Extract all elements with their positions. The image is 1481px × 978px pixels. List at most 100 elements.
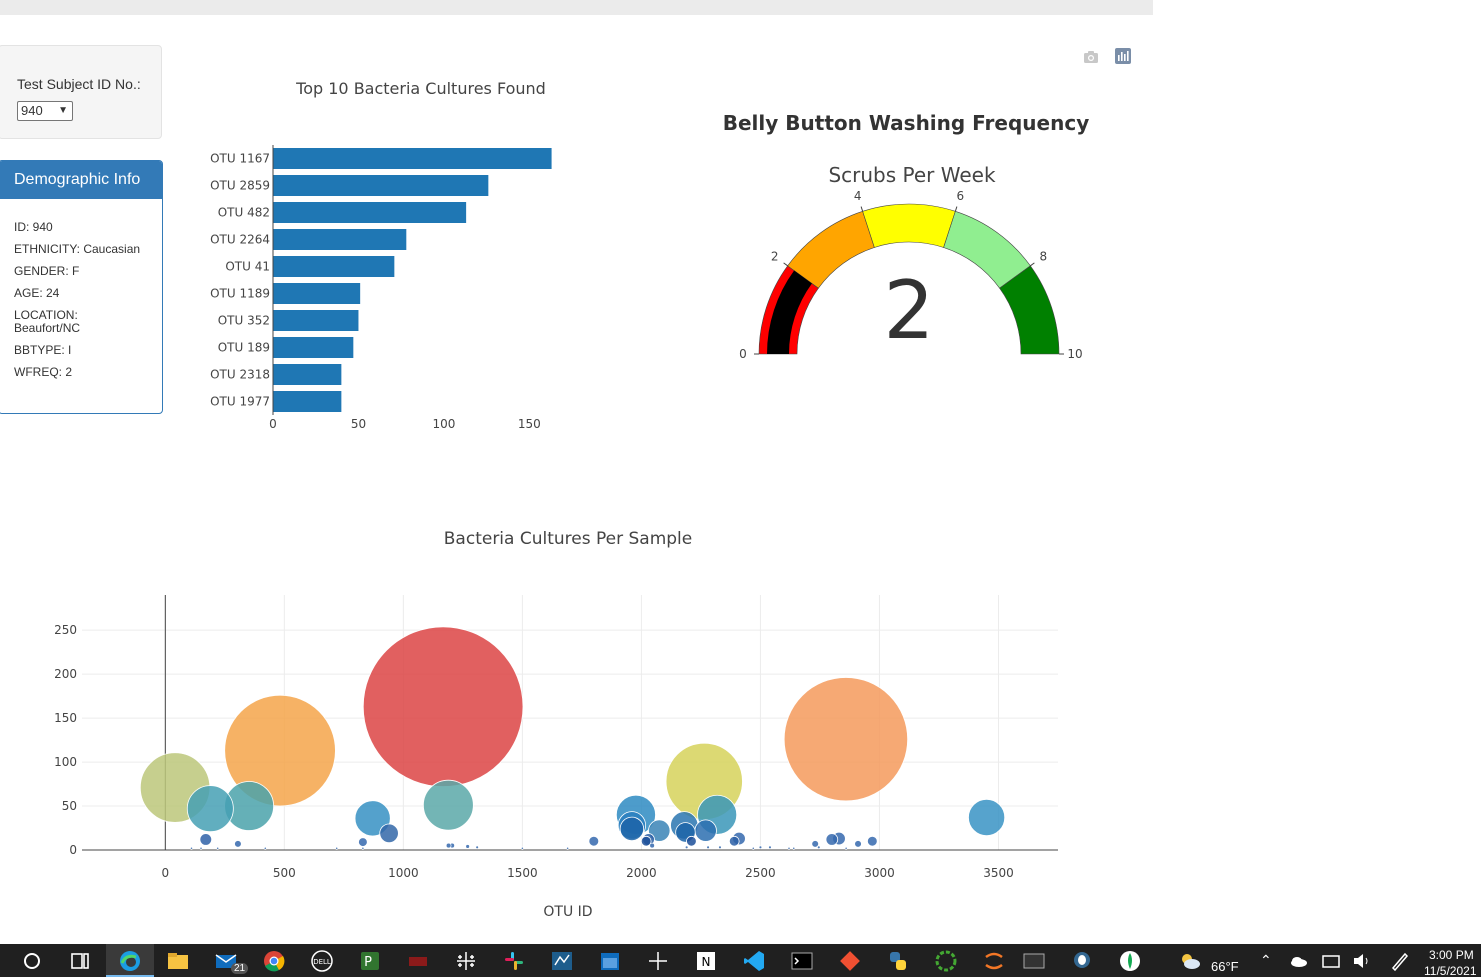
plotly-logo-icon[interactable]	[1115, 48, 1131, 64]
tableau-prep-icon[interactable]	[646, 949, 670, 973]
demographic-row: GENDER: F	[14, 264, 80, 278]
postgresql-icon[interactable]	[1070, 949, 1094, 973]
volume-icon[interactable]	[1350, 949, 1374, 973]
notion-icon[interactable]: N	[694, 949, 718, 973]
project-icon[interactable]: P	[358, 949, 382, 973]
demographic-row: ETHNICITY: Caucasian	[14, 242, 141, 256]
bubble-point	[825, 833, 839, 846]
onedrive-icon[interactable]	[1287, 949, 1311, 973]
mysql-workbench-icon[interactable]	[550, 949, 574, 973]
python-icon[interactable]	[886, 949, 910, 973]
bubble-point	[189, 846, 194, 850]
window-icon[interactable]	[1022, 949, 1046, 973]
bubble-y-tick-label: 100	[54, 755, 77, 769]
demographic-row: AGE: 24	[14, 286, 60, 300]
bar-category-label: OTU 482	[218, 206, 270, 220]
bubble-x-axis-label: OTU ID	[543, 904, 592, 920]
edge-taskbar-button[interactable]	[106, 944, 154, 977]
network-icon[interactable]	[1319, 949, 1343, 973]
bar	[273, 256, 395, 277]
pen-icon[interactable]	[1388, 949, 1412, 973]
edge-icon	[120, 951, 140, 971]
bubble-point	[758, 845, 763, 850]
bubble-point	[686, 835, 697, 847]
file-explorer-icon[interactable]	[166, 949, 190, 973]
task-view-icon[interactable]	[68, 949, 92, 973]
bubble-point	[566, 846, 570, 850]
bar-x-tick-label: 100	[432, 417, 455, 431]
bar-chart-title: Top 10 Bacteria Cultures Found	[295, 79, 546, 98]
bubble-chart-title: Bacteria Cultures Per Sample	[444, 529, 692, 549]
bar	[273, 310, 359, 331]
bubble-x-tick-label: 3500	[983, 866, 1014, 880]
bubble-point	[422, 779, 474, 831]
demographic-row: WFREQ: 2	[14, 365, 73, 379]
bubble-point	[968, 798, 1006, 836]
calendar-icon[interactable]	[598, 949, 622, 973]
gauge-subtitle: Scrubs Per Week	[828, 163, 996, 187]
bubble-point	[787, 846, 791, 850]
bar-category-label: OTU 352	[218, 314, 270, 328]
bar	[273, 337, 354, 358]
bar	[273, 283, 361, 304]
subject-id-select[interactable]: 940 ▼	[17, 101, 73, 121]
bar	[273, 364, 342, 385]
gauge-tick	[954, 206, 958, 212]
bubble-point	[854, 840, 862, 848]
bubble-point	[520, 846, 524, 850]
slack-icon[interactable]	[502, 949, 526, 973]
chrome-icon[interactable]	[262, 949, 286, 973]
bubble-x-tick-label: 1000	[388, 866, 419, 880]
bubble-point	[694, 819, 717, 842]
bubble-point	[751, 846, 755, 850]
gauge-title: Belly Button Washing Frequency	[723, 111, 1089, 135]
bubble-point	[783, 677, 909, 802]
clock-date[interactable]: 11/5/2021	[1424, 964, 1477, 978]
bubble-point	[358, 837, 368, 847]
app-logo-icon[interactable]	[406, 949, 430, 973]
bubble-y-tick-label: 200	[54, 667, 77, 681]
bubble-x-tick-label: 3000	[864, 866, 895, 880]
gauge-tick	[860, 206, 864, 212]
dell-icon[interactable]: DELL	[310, 949, 334, 973]
mongodb-icon[interactable]	[1118, 949, 1142, 973]
camera-icon[interactable]	[1083, 49, 1099, 65]
gauge-tick-label: 0	[739, 347, 747, 361]
terminal-icon[interactable]	[790, 949, 814, 973]
gauge-tick	[1030, 262, 1035, 267]
bubble-point	[844, 846, 848, 850]
demographic-row: BBTYPE: I	[14, 343, 72, 357]
bubble-point	[588, 835, 600, 847]
svg-text:P: P	[364, 955, 372, 970]
jupyter-icon[interactable]	[982, 949, 1006, 973]
bubble-point	[619, 816, 645, 842]
bubble-point	[728, 835, 740, 847]
gauge-tick	[783, 262, 788, 267]
demographic-panel: Demographic Info ID: 940 ETHNICITY: Cauca…	[0, 160, 163, 414]
bubble-chart: Bacteria Cultures Per Sample 0 50 100 150 200…	[54, 529, 1058, 920]
git-icon[interactable]	[838, 949, 862, 973]
anaconda-icon[interactable]	[934, 949, 958, 973]
bar-category-label: OTU 1167	[210, 152, 270, 166]
bar	[273, 148, 552, 169]
demographic-row: ID: 940	[14, 220, 53, 234]
tableau-icon[interactable]	[454, 949, 478, 973]
start-search-icon[interactable]	[20, 949, 44, 973]
bubble-point	[465, 844, 470, 849]
bubble-y-tick-label: 250	[54, 623, 77, 637]
vscode-icon[interactable]	[742, 949, 766, 973]
clock-time[interactable]: 3:00 PM	[1429, 948, 1474, 962]
bubble-point	[768, 845, 772, 850]
bubble-point	[362, 626, 524, 787]
demographic-panel-title: Demographic Info	[0, 161, 162, 199]
bar-category-label: OTU 1977	[210, 395, 270, 409]
chevron-up-icon[interactable]: ⌃	[1260, 952, 1272, 969]
subject-selector-label: Test Subject ID No.:	[17, 76, 141, 92]
bar	[273, 175, 489, 196]
bubble-point	[867, 835, 878, 847]
weather-icon	[1182, 954, 1200, 969]
bubble-point	[649, 842, 655, 849]
bubble-point	[216, 846, 220, 850]
gauge-tick-label: 10	[1067, 347, 1082, 361]
gauge-tick-label: 4	[854, 189, 862, 203]
